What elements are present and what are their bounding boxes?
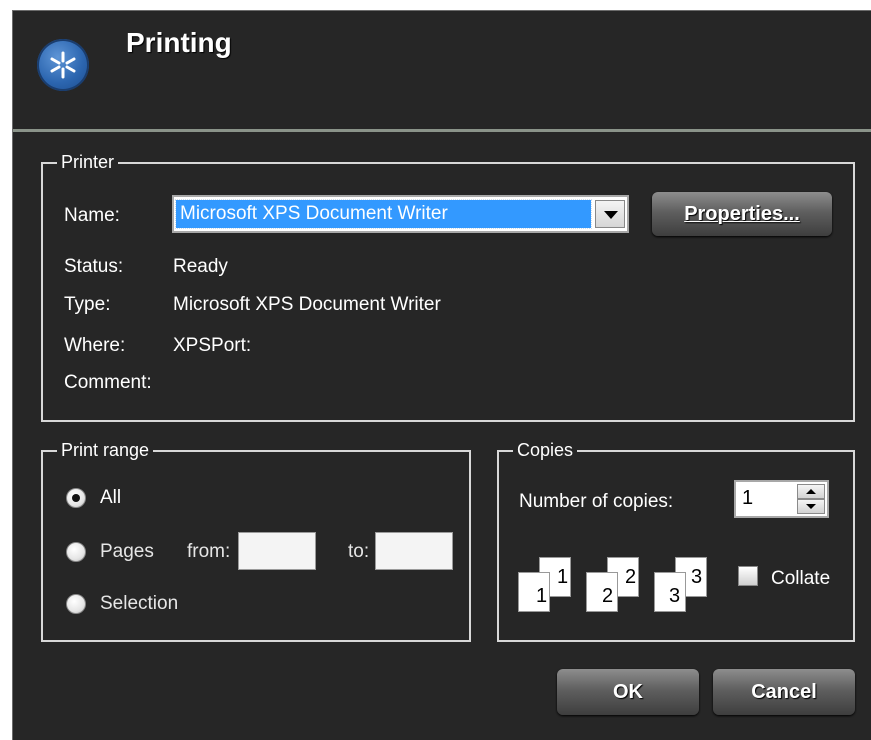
name-label: Name:: [64, 205, 120, 226]
page-number: 3: [669, 585, 681, 607]
spin-down-icon[interactable]: [797, 499, 825, 514]
spin-up-icon[interactable]: [797, 484, 825, 499]
page-number: 2: [625, 566, 637, 588]
radio-pages[interactable]: [66, 542, 86, 562]
page-number: 3: [691, 566, 703, 588]
type-label: Type:: [64, 294, 111, 315]
properties-button-label: Properties...: [684, 203, 800, 225]
radio-pages-label[interactable]: Pages: [100, 541, 154, 563]
copies-legend: Copies: [513, 439, 578, 461]
page-front-icon: 1: [518, 572, 550, 612]
radio-all-label[interactable]: All: [100, 487, 121, 509]
properties-button[interactable]: Properties...: [652, 192, 832, 236]
chevron-down-icon[interactable]: [595, 200, 625, 228]
printer-name-select[interactable]: Microsoft XPS Document Writer: [172, 195, 629, 233]
radio-all[interactable]: [66, 488, 86, 508]
dialog-title: Printing: [126, 27, 232, 58]
to-input[interactable]: [375, 532, 453, 570]
status-value: Ready: [173, 256, 228, 277]
app-logo-icon: [37, 39, 89, 91]
page-number: 1: [536, 585, 548, 607]
where-label: Where:: [64, 335, 126, 356]
radio-selection[interactable]: [66, 594, 86, 614]
collate-checkbox[interactable]: [738, 566, 758, 586]
printer-legend: Printer: [57, 151, 119, 173]
print-range-legend: Print range: [57, 439, 154, 461]
page-front-icon: 2: [586, 572, 618, 612]
copies-group: Copies: [497, 439, 855, 642]
collate-label[interactable]: Collate: [771, 568, 830, 590]
from-label: from:: [187, 541, 231, 562]
type-value: Microsoft XPS Document Writer: [173, 294, 441, 315]
number-of-copies-label: Number of copies:: [519, 491, 674, 512]
page-front-icon: 3: [654, 572, 686, 612]
to-label: to:: [348, 541, 370, 562]
where-value: XPSPort:: [173, 335, 252, 356]
printer-name-value: Microsoft XPS Document Writer: [175, 199, 592, 229]
header-divider: [13, 129, 871, 132]
dialog-header: Printing: [13, 11, 871, 127]
copies-spinner[interactable]: 1: [734, 480, 829, 518]
comment-label: Comment:: [64, 372, 152, 393]
copies-value: 1: [742, 487, 754, 509]
status-label: Status:: [64, 256, 124, 277]
cancel-button[interactable]: Cancel: [713, 669, 855, 715]
page-number: 2: [602, 585, 614, 607]
page-number: 1: [557, 566, 569, 588]
radio-selection-label[interactable]: Selection: [100, 593, 178, 615]
ok-button[interactable]: OK: [557, 669, 699, 715]
from-input[interactable]: [238, 532, 316, 570]
